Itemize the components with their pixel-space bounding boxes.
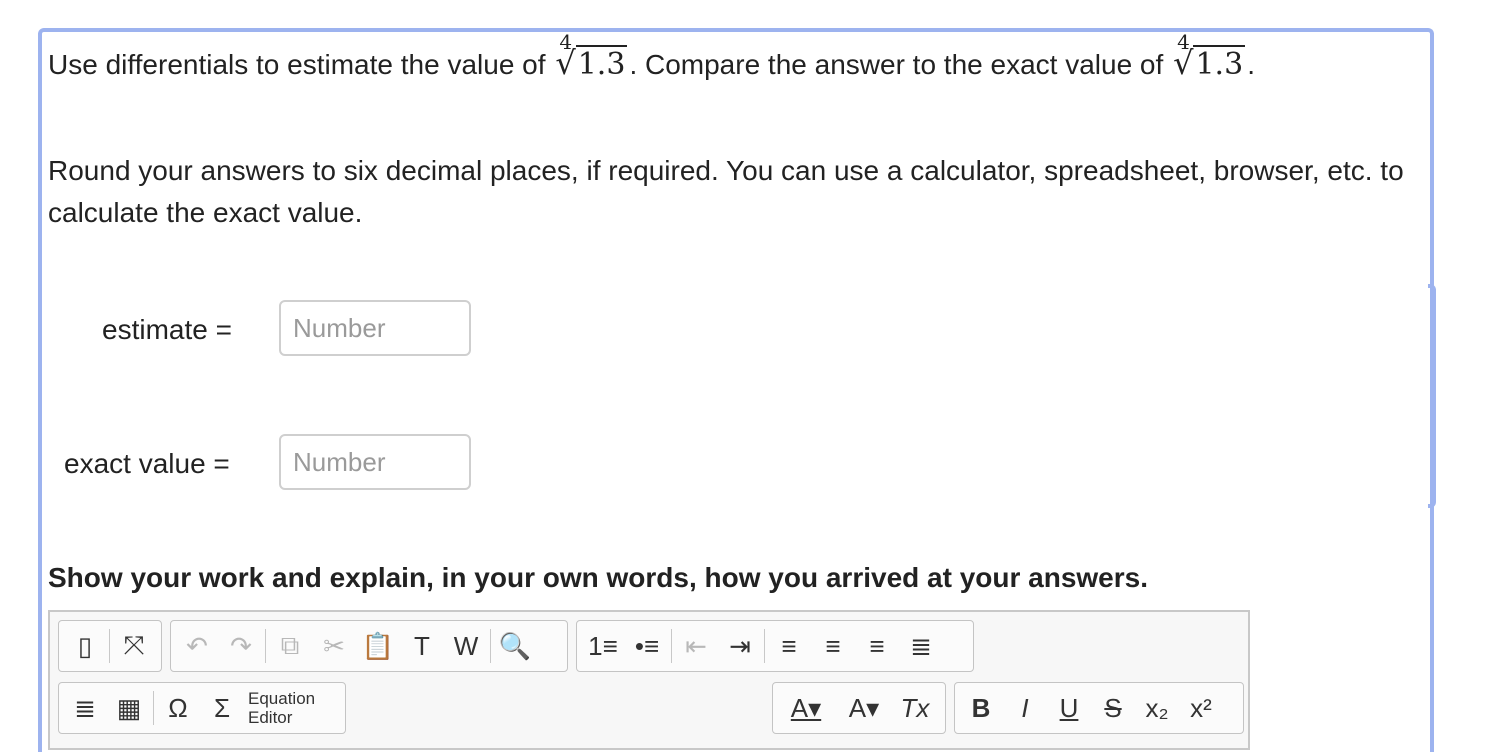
toolbar-separator [109, 629, 110, 663]
toolbar-group-insert: ≣ ▦ Ω Σ Equation Editor [58, 682, 346, 734]
toolbar-separator [265, 629, 266, 663]
maximize-icon[interactable]: ⤧ [112, 623, 156, 669]
toolbar-separator [671, 629, 672, 663]
root-index: 4 [559, 30, 573, 54]
equation-editor-label-2: Editor [248, 708, 293, 727]
question-middle: . Compare the answer to the exact value … [629, 49, 1164, 80]
find-icon[interactable]: 🔍 [493, 623, 537, 669]
exact-value-input[interactable] [279, 434, 471, 490]
bold-icon[interactable]: B [959, 685, 1003, 731]
rich-text-editor: ▯ ⤧ ↶ ↷ ⧉ ✂ 📋 T W 🔍 1≡ •≡ ⇤ ⇥ ≡ ≡ ≡ ≣ ≣ … [48, 610, 1250, 750]
align-right-icon[interactable]: ≡ [855, 623, 899, 669]
equation-editor-label-1: Equation [248, 689, 316, 708]
toolbar-group-paragraph: 1≡ •≡ ⇤ ⇥ ≡ ≡ ≡ ≣ [576, 620, 974, 672]
special-character-icon[interactable]: Ω [156, 685, 200, 731]
equation-editor-button[interactable]: Equation Editor [244, 689, 315, 727]
copy-icon[interactable]: ⧉ [268, 623, 312, 669]
align-center-icon[interactable]: ≡ [811, 623, 855, 669]
remove-format-icon[interactable]: Tx [893, 685, 937, 731]
answer-group-bracket [1428, 284, 1436, 508]
text-color-icon[interactable]: A▾ [777, 685, 835, 731]
indent-icon[interactable]: ⇥ [718, 623, 762, 669]
align-left-icon[interactable]: ≡ [767, 623, 811, 669]
fourth-root-expression-2: 4 √1.3 [1173, 30, 1246, 82]
exact-value-label: exact value = [64, 448, 230, 479]
undo-icon[interactable]: ↶ [175, 623, 219, 669]
subscript-icon[interactable]: x₂ [1135, 685, 1179, 731]
question-end: . [1247, 49, 1255, 80]
radicand: 1.3 [575, 45, 628, 82]
italic-icon[interactable]: I [1003, 685, 1047, 731]
sigma-icon[interactable]: Σ [200, 685, 244, 731]
redo-icon[interactable]: ↷ [219, 623, 263, 669]
paste-icon[interactable]: 📋 [356, 623, 400, 669]
source-icon[interactable]: ▯ [63, 623, 107, 669]
blocks-icon[interactable]: ≣ [63, 685, 107, 731]
estimate-input[interactable] [279, 300, 471, 356]
root-index-2: 4 [1177, 30, 1190, 54]
toolbar-separator [490, 629, 491, 663]
table-icon[interactable]: ▦ [107, 685, 151, 731]
toolbar-group-clipboard: ↶ ↷ ⧉ ✂ 📋 T W 🔍 [170, 620, 568, 672]
toolbar-separator [764, 629, 765, 663]
paste-word-icon[interactable]: W [444, 623, 488, 669]
background-color-icon[interactable]: A▾ [835, 685, 893, 731]
strikethrough-icon[interactable]: S [1091, 685, 1135, 731]
cut-icon[interactable]: ✂ [312, 623, 356, 669]
question-intro: Use differentials to estimate the value … [48, 49, 546, 80]
toolbar-group-colors: A▾ A▾ Tx [772, 682, 946, 734]
justify-icon[interactable]: ≣ [899, 623, 943, 669]
estimate-label: estimate = [102, 314, 232, 345]
paste-text-icon[interactable]: T [400, 623, 444, 669]
question-text: Use differentials to estimate the value … [48, 30, 1255, 82]
toolbar-group-document: ▯ ⤧ [58, 620, 162, 672]
toolbar-group-basicstyles: B I U S x₂ x² [954, 682, 1244, 734]
numbered-list-icon[interactable]: 1≡ [581, 623, 625, 669]
underline-icon[interactable]: U [1047, 685, 1091, 731]
fourth-root-expression: 4 √1.3 [555, 30, 628, 82]
work-heading: Show your work and explain, in your own … [48, 562, 1148, 593]
radicand-2: 1.3 [1193, 45, 1246, 82]
instructions-text: Round your answers to six decimal places… [48, 155, 1404, 228]
bulleted-list-icon[interactable]: •≡ [625, 623, 669, 669]
outdent-icon[interactable]: ⇤ [674, 623, 718, 669]
superscript-icon[interactable]: x² [1179, 685, 1223, 731]
toolbar-separator [153, 691, 154, 725]
